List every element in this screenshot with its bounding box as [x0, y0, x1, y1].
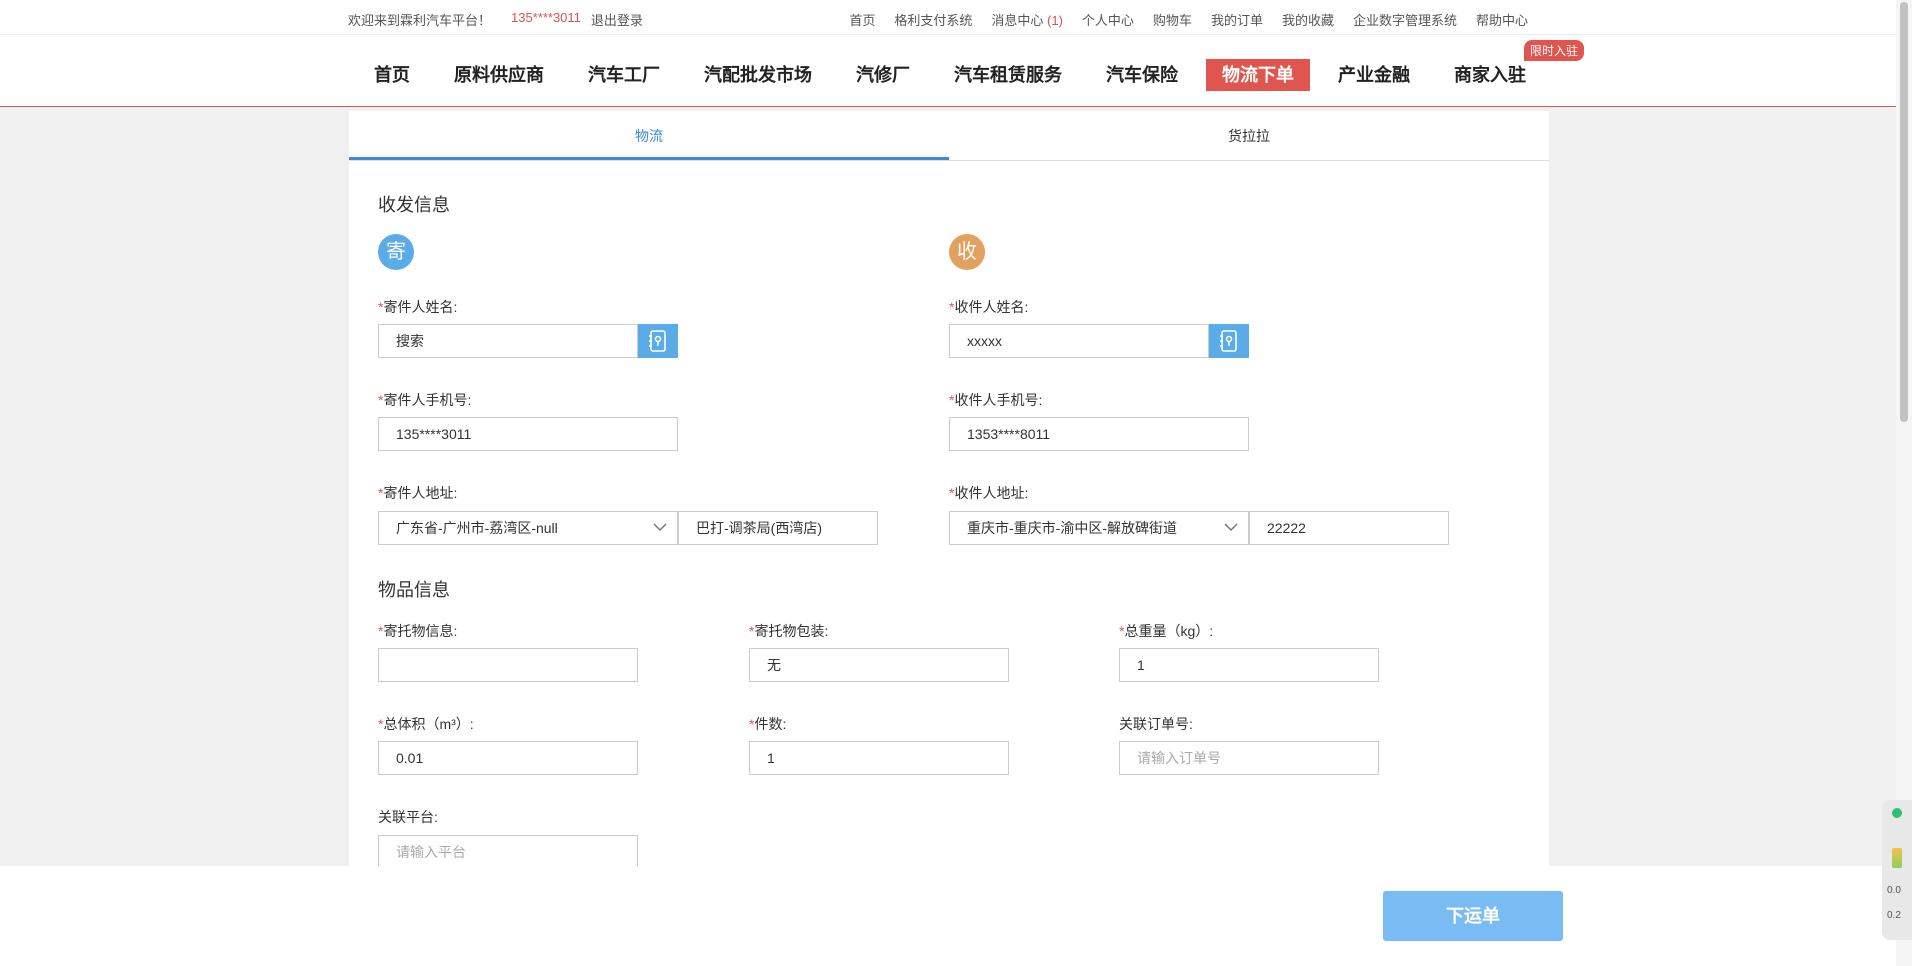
goods-count-label: *件数:: [749, 716, 787, 732]
bottom-action-bar: [0, 866, 1896, 966]
status-dot-icon: [1892, 808, 1902, 818]
goods-volume-input[interactable]: 0.01: [378, 741, 638, 775]
user-phone[interactable]: 135****3011: [511, 10, 581, 29]
top-link-messages[interactable]: 消息中心 (1): [991, 10, 1063, 29]
receiver-region-select[interactable]: 重庆市-重庆市-渝中区-解放碑街道: [949, 511, 1249, 545]
nav-item-home[interactable]: 首页: [358, 59, 426, 91]
sender-name-input[interactable]: 搜索: [378, 324, 638, 358]
download-speed: 0.2: [1887, 910, 1901, 921]
nav-item-merchant[interactable]: 商家入驻: [1438, 59, 1542, 91]
scrollbar-thumb[interactable]: [1900, 2, 1908, 422]
section-title-goods: 物品信息: [378, 580, 450, 600]
platform-label: 关联平台:: [378, 809, 438, 825]
goods-package-input[interactable]: 无: [749, 648, 1009, 682]
chevron-down-icon: [653, 523, 667, 532]
sender-phone-label: *寄件人手机号:: [378, 392, 472, 408]
nav-item-finance[interactable]: 产业金融: [1322, 59, 1426, 91]
nav-item-raw-materials[interactable]: 原料供应商: [438, 59, 560, 91]
sender-phone-label-text: 寄件人手机号:: [383, 392, 472, 408]
sender-address-book-button[interactable]: [638, 324, 678, 358]
receiver-name-label: *收件人姓名:: [949, 299, 1029, 315]
receiver-phone-label-text: 收件人手机号:: [954, 392, 1043, 408]
logout-link[interactable]: 退出登录: [591, 10, 643, 29]
top-link-profile[interactable]: 个人中心: [1082, 10, 1134, 29]
top-link-messages-label: 消息中心: [991, 13, 1044, 28]
order-number-input[interactable]: 请输入订单号: [1119, 741, 1379, 775]
tab-huolala[interactable]: 货拉拉: [949, 111, 1549, 160]
receiver-address-label-text: 收件人地址:: [954, 485, 1029, 501]
receiver-address-book-button[interactable]: [1209, 324, 1249, 358]
nav-item-insurance[interactable]: 汽车保险: [1090, 59, 1194, 91]
order-number-label: 关联订单号:: [1119, 716, 1193, 732]
top-link-favorites[interactable]: 我的收藏: [1282, 10, 1334, 29]
welcome-text: 欢迎来到霖利汽车平台！: [348, 13, 492, 28]
nav-item-logistics[interactable]: 物流下单: [1206, 59, 1310, 91]
top-link-help[interactable]: 帮助中心: [1476, 10, 1528, 29]
goods-info-input[interactable]: [378, 648, 638, 682]
chevron-down-icon: [1224, 523, 1238, 532]
sender-badge: 寄: [378, 234, 414, 270]
nav-item-car-factory[interactable]: 汽车工厂: [572, 59, 676, 91]
section-title-shipping: 收发信息: [378, 195, 450, 215]
goods-weight-label-text: 总重量（kg）:: [1124, 623, 1214, 639]
sender-phone-input[interactable]: 135****3011: [378, 417, 678, 451]
network-speed-widget[interactable]: 0.0 0.2: [1882, 800, 1912, 940]
goods-weight-label: *总重量（kg）:: [1119, 623, 1214, 639]
receiver-name-label-text: 收件人姓名:: [954, 299, 1029, 315]
top-link-enterprise[interactable]: 企业数字管理系统: [1353, 10, 1457, 29]
tab-bar: 物流 货拉拉: [349, 111, 1549, 161]
platform-input[interactable]: 请输入平台: [378, 835, 638, 869]
receiver-name-input[interactable]: xxxxx: [949, 324, 1209, 358]
sender-name-label: *寄件人姓名:: [378, 299, 458, 315]
top-link-home[interactable]: 首页: [849, 10, 875, 29]
sender-name-label-text: 寄件人姓名:: [383, 299, 458, 315]
sender-region-value: 广东省-广州市-荔湾区-null: [396, 520, 558, 536]
goods-volume-label: *总体积（m³）:: [378, 716, 474, 732]
receiver-address-detail-input[interactable]: 22222: [1249, 511, 1449, 545]
promo-badge: 限时入驻: [1524, 40, 1585, 61]
goods-info-label: *寄托物信息:: [378, 623, 458, 639]
top-link-orders[interactable]: 我的订单: [1211, 10, 1263, 29]
receiver-phone-label: *收件人手机号:: [949, 392, 1043, 408]
nav-item-parts-market[interactable]: 汽配批发市场: [688, 59, 828, 91]
sender-address-label-text: 寄件人地址:: [383, 485, 458, 501]
message-count-badge: (1): [1047, 13, 1063, 28]
receiver-address-label: *收件人地址:: [949, 485, 1029, 501]
sender-region-select[interactable]: 广东省-广州市-荔湾区-null: [378, 511, 678, 545]
address-book-icon: [1220, 330, 1237, 352]
sender-address-label: *寄件人地址:: [378, 485, 458, 501]
sender-address-detail-input[interactable]: 巴打-调茶局(西湾店): [678, 511, 878, 545]
goods-count-input[interactable]: 1: [749, 741, 1009, 775]
top-link-cart[interactable]: 购物车: [1153, 10, 1192, 29]
address-book-icon: [649, 330, 666, 352]
goods-volume-label-text: 总体积（m³）:: [383, 716, 474, 732]
tab-logistics[interactable]: 物流: [349, 111, 949, 160]
top-bar: 欢迎来到霖利汽车平台！ 135****3011 退出登录 首页 格利支付系统 消…: [0, 0, 1896, 35]
nav-item-repair-shop[interactable]: 汽修厂: [840, 59, 926, 91]
main-nav: 首页 原料供应商 汽车工厂 汽配批发市场 汽修厂 汽车租赁服务 汽车保险 物流下…: [0, 35, 1896, 107]
top-link-payment[interactable]: 格利支付系统: [894, 10, 972, 29]
signal-bar-icon: [1892, 848, 1902, 868]
goods-info-label-text: 寄托物信息:: [383, 623, 458, 639]
submit-order-button[interactable]: 下运单: [1383, 891, 1563, 941]
receiver-phone-input[interactable]: 1353****8011: [949, 417, 1249, 451]
upload-speed: 0.0: [1887, 885, 1901, 896]
goods-weight-input[interactable]: 1: [1119, 648, 1379, 682]
goods-package-label-text: 寄托物包装:: [754, 623, 829, 639]
goods-count-label-text: 件数:: [754, 716, 787, 732]
receiver-badge: 收: [949, 234, 985, 270]
nav-item-rental[interactable]: 汽车租赁服务: [938, 59, 1078, 91]
goods-package-label: *寄托物包装:: [749, 623, 829, 639]
order-card: 物流 货拉拉 收发信息 寄 *寄件人姓名: 搜索 *寄件人手机号: 135***…: [349, 111, 1549, 966]
receiver-region-value: 重庆市-重庆市-渝中区-解放碑街道: [967, 520, 1177, 536]
